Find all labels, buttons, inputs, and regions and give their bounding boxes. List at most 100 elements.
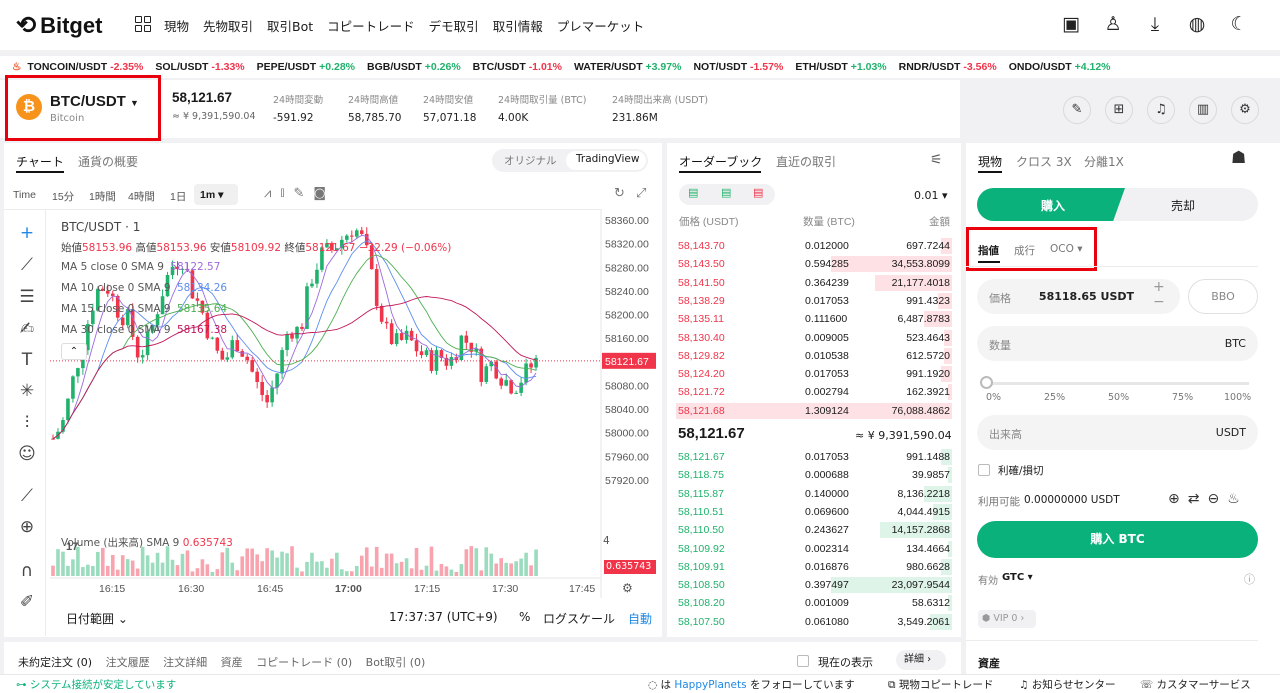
tab-isolated[interactable]: 分離1X (1084, 153, 1124, 170)
chart-settings-icon[interactable]: ⚙ (622, 581, 633, 595)
filter-icon[interactable]: ⚟ (930, 152, 943, 168)
coins-icon[interactable]: ♨ (1227, 491, 1248, 507)
ask-row[interactable]: 58,124.20 0.017053 991.1920 (678, 365, 952, 383)
percent-scale[interactable]: % (519, 610, 530, 624)
y-tick-label: 57920.00 (605, 475, 649, 487)
candle-body (529, 363, 533, 368)
tab-assets[interactable]: 資産 (221, 656, 243, 669)
ob-amount: 697.7244 (906, 240, 950, 252)
buy-btc-button[interactable]: 購入 BTC (977, 521, 1258, 558)
increment-icon[interactable]: + (1153, 279, 1165, 295)
volume-bar (489, 553, 494, 576)
ob-price: 58,121.67 (678, 451, 725, 463)
bid-row[interactable]: 58,108.50 0.397497 23,097.9544 (678, 576, 952, 594)
ask-row[interactable]: 58,138.29 0.017053 991.4323 (678, 292, 952, 310)
volume-bar (101, 547, 105, 576)
ob-amount: 134.4664 (906, 542, 950, 555)
ma-label: MA 15 close 0 SMA 9 (61, 303, 171, 315)
tab-spot[interactable]: 現物 (978, 153, 1002, 170)
bid-row[interactable]: 58,109.92 0.002314 134.4664 (678, 540, 952, 558)
tab-cross[interactable]: クロス 3X (1016, 153, 1072, 170)
deposit-icon[interactable]: ⊕ (1168, 491, 1188, 507)
ob-price: 58,135.11 (678, 313, 724, 326)
volume-bar (61, 551, 65, 576)
ask-row[interactable]: 58,121.68 1.309124 76,088.4862 (676, 402, 952, 420)
tab-bot-trading[interactable]: Bot取引 (0) (366, 656, 426, 669)
follow-notice[interactable]: ◌ は HappyPlanets をフォローしています (648, 677, 855, 692)
tab-recent-trades[interactable]: 直近の取引 (776, 153, 836, 170)
bid-row[interactable]: 58,121.67 0.017053 991.1488 (678, 448, 952, 466)
ask-row[interactable]: 58,143.70 0.012000 697.7244 (678, 237, 952, 255)
ask-row[interactable]: 58,143.50 0.594285 34,553.8099 (678, 255, 952, 273)
ob-view-bids-icon[interactable]: ▤ (721, 186, 731, 199)
candle-body (240, 351, 245, 357)
bid-row[interactable]: 58,115.87 0.140000 8,136.2218 (678, 485, 952, 503)
bid-row[interactable]: 58,110.51 0.069600 4,044.4915 (678, 503, 952, 521)
y-tick-label: 58160.00 (605, 333, 649, 345)
quantity-input[interactable]: 数量 BTC (977, 326, 1258, 361)
total-input[interactable]: 出来高 USDT (977, 415, 1258, 450)
x-tick-label: 16:45 (257, 583, 283, 595)
auto-scale[interactable]: 自動 (628, 610, 652, 627)
vip-badge[interactable]: ⬢ VIP 0 › (978, 610, 1036, 628)
transfer-icon[interactable]: ⇄ (1188, 491, 1208, 507)
bid-row[interactable]: 58,110.50 0.243627 14,157.2868 (678, 521, 952, 539)
ask-row[interactable]: 58,121.72 0.002794 162.3921 (678, 383, 952, 401)
decrement-icon[interactable]: − (1153, 294, 1165, 310)
info-icon[interactable]: ⓘ (1244, 571, 1255, 587)
tab-spot-underline (978, 171, 1002, 173)
ask-row[interactable]: 58,129.82 0.010538 612.5720 (678, 347, 952, 365)
price-input[interactable]: 価格 58118.65 USDT + − (977, 279, 1180, 314)
ask-row[interactable]: 58,135.11 0.111600 6,487.8783 (678, 310, 952, 328)
tab-order-details[interactable]: 注文詳細 (163, 656, 207, 669)
ob-qty: 1.309124 (805, 404, 849, 417)
ask-row[interactable]: 58,130.40 0.009005 523.4643 (678, 329, 952, 347)
details-button[interactable]: 詳細 › (896, 650, 946, 670)
ob-qty: 0.016876 (805, 560, 849, 573)
tab-open-orders[interactable]: 未約定注文 (0) (18, 656, 92, 669)
amount-slider[interactable] (986, 382, 1249, 385)
bbo-button[interactable]: BBO (1188, 279, 1258, 314)
date-range[interactable]: 日付範囲 ⌄ (66, 610, 128, 627)
tpsl-checkbox[interactable] (978, 464, 990, 476)
precision-select[interactable]: 0.01 ▾ (914, 189, 948, 202)
bid-row[interactable]: 58,118.75 0.000688 39.9857 (678, 466, 952, 484)
volume-bar (265, 548, 269, 576)
candle-body (235, 340, 240, 352)
y-tick-label: 57960.00 (605, 451, 649, 463)
tif-select[interactable]: GTC ▾ (1002, 572, 1033, 583)
available-label: 利用可能 (978, 496, 1020, 508)
volume-bar (215, 569, 220, 576)
bid-row[interactable]: 58,107.50 0.061080 3,549.2061 (678, 613, 952, 631)
sell-tab[interactable]: 売却 (1171, 197, 1195, 214)
tab-orderbook[interactable]: オーダーブック (679, 153, 762, 170)
show-current-checkbox[interactable] (797, 655, 809, 667)
bid-row[interactable]: 58,109.91 0.016876 980.6628 (678, 558, 952, 576)
ob-price: 58,141.50 (678, 276, 725, 289)
robot-icon[interactable]: ☗ (1231, 148, 1246, 168)
tab-order-history[interactable]: 注文履歴 (106, 656, 150, 669)
ob-view-both-icon[interactable]: ▤ (688, 186, 698, 199)
ob-qty: 0.001009 (805, 597, 849, 610)
withdraw-icon[interactable]: ⊖ (1207, 491, 1227, 507)
show-current-label: 現在の表示 (818, 656, 873, 669)
ob-qty: 0.111600 (805, 313, 848, 326)
slider-handle[interactable] (980, 376, 993, 389)
collapse-legend-icon[interactable]: ⌃ (61, 343, 87, 360)
tab-copy-trading[interactable]: コピートレード (0) (256, 656, 352, 669)
ob-price: 58,115.87 (678, 487, 724, 500)
footer-link-support[interactable]: ☏ カスタマーサービス (1140, 677, 1251, 692)
ask-row[interactable]: 58,141.50 0.364239 21,177.4018 (678, 274, 952, 292)
footer-link-notice[interactable]: ♫ お知らせセンター (1019, 677, 1116, 692)
ob-view-asks-icon[interactable]: ▤ (753, 186, 763, 199)
ob-amount: 6,487.8783 (897, 313, 950, 326)
ma-label: MA 5 close 0 SMA 9 (61, 261, 164, 273)
bid-row[interactable]: 58,108.20 0.001009 58.6312 (678, 594, 952, 612)
ob-price: 58,118.75 (678, 469, 724, 482)
footer-link-copy[interactable]: ⧉ 現物コピートレード (888, 677, 993, 692)
ob-qty: 0.012000 (805, 240, 849, 252)
buy-tab[interactable]: 購入 (1041, 197, 1065, 214)
volume-bar (350, 571, 354, 576)
log-scale[interactable]: ログスケール (543, 610, 615, 627)
ob-mid-price: 58,121.67 (678, 425, 745, 442)
